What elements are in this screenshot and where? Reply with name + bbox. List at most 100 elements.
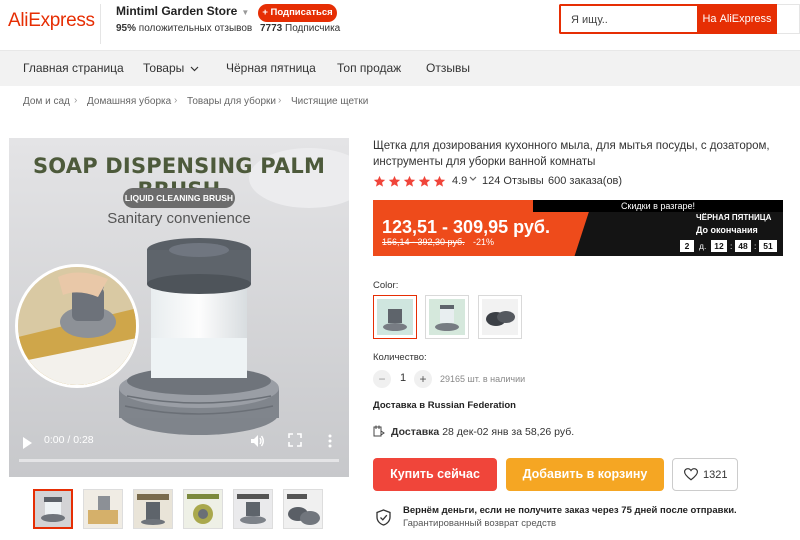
rating-row[interactable]: 4.9 124 Отзывы 600 заказа(ов) — [373, 175, 673, 189]
star-icon — [418, 175, 431, 187]
subscribers-text: Подписчика — [285, 23, 341, 34]
thumbnail-image — [284, 490, 322, 528]
store-nav: Главная страница Товары Чёрная пятница Т… — [0, 50, 800, 86]
color-label: Color: — [373, 280, 399, 291]
star-icon — [433, 175, 446, 187]
chevron-down-icon — [190, 66, 199, 72]
fullscreen-icon[interactable] — [288, 433, 302, 447]
nav-home[interactable]: Главная страница — [23, 61, 124, 75]
delivery-dates: 28 дек-02 янв за 58,26 руб. — [442, 426, 575, 438]
nav-products[interactable]: Товары — [143, 61, 199, 75]
positive-text: положительных отзывов — [138, 23, 253, 34]
countdown-days-label: д. — [699, 241, 707, 251]
quantity-label: Количество: — [373, 352, 427, 363]
delivery-box-icon — [373, 425, 385, 437]
video-subtitle: Sanitary convenience — [107, 210, 251, 227]
thumbnail-3[interactable] — [133, 489, 173, 529]
delivery-label: Доставка — [391, 426, 440, 438]
thumbnail-2[interactable] — [83, 489, 123, 529]
play-icon[interactable] — [23, 437, 32, 449]
video-pill-label: LIQUID CLEANING BRUSH — [123, 188, 235, 208]
color-swatch-2[interactable] — [425, 295, 469, 339]
chevron-down-icon — [469, 176, 477, 181]
search-aliexpress-button[interactable]: На AliExpress — [697, 4, 777, 34]
thumbnail-image — [35, 491, 71, 527]
countdown-colon: : — [754, 241, 757, 251]
countdown-days: 2 — [680, 240, 694, 252]
orders-count: 600 заказа(ов) — [548, 175, 623, 187]
stock-available: 29165 шт. в наличии — [440, 374, 526, 384]
countdown-minutes: 48 — [735, 240, 751, 252]
black-friday-label: ЧЁРНАЯ ПЯТНИЦА — [696, 213, 772, 222]
swatch-image — [482, 299, 518, 335]
search-input[interactable] — [571, 12, 691, 28]
search-store-button[interactable] — [777, 4, 800, 34]
sale-banner-top: Скидки в разгаре! — [533, 200, 783, 212]
countdown-seconds: 51 — [759, 240, 777, 252]
header: AliExpress Mintiml Garden Store ▼ 95% пол… — [0, 0, 800, 50]
nav-black-friday[interactable]: Чёрная пятница — [226, 61, 316, 75]
ship-to[interactable]: Доставка в Russian Federation — [373, 400, 516, 411]
add-to-cart-button[interactable]: Добавить в корзину — [506, 458, 664, 491]
product-title: Щетка для дозирования кухонного мыла, дл… — [373, 140, 770, 168]
price-range: 123,51 - 309,95 руб. — [382, 217, 550, 237]
quantity-decrease-button[interactable]: − — [373, 370, 391, 388]
nav-reviews[interactable]: Отзывы — [426, 61, 470, 75]
thumbnail-image — [234, 490, 272, 528]
usage-inset-image — [15, 264, 139, 388]
shield-check-icon — [376, 509, 391, 526]
breadcrumb-cleaning-goods[interactable]: Товары для уборки — [187, 96, 276, 107]
subscribers: 7773 Подписчика — [260, 23, 340, 34]
breadcrumb-home-cleaning[interactable]: Домашняя уборка — [87, 96, 171, 107]
swatch-image — [377, 299, 413, 335]
chevron-down-icon: ▼ — [241, 8, 250, 17]
breadcrumb-home-garden[interactable]: Дом и сад — [23, 96, 70, 107]
star-icon — [373, 175, 386, 187]
thumbnail-image — [184, 490, 222, 528]
rating-value: 4.9 — [452, 175, 468, 187]
chevron-right-icon: › — [74, 95, 78, 106]
star-icon — [388, 175, 401, 187]
store-name[interactable]: Mintiml Garden Store ▼ — [116, 4, 249, 18]
wishlist-button[interactable]: 1321 — [672, 458, 738, 491]
countdown-colon: : — [730, 241, 733, 251]
product-video[interactable]: SOAP DISPENSING PALM BRUSH LIQUID CLEANI… — [9, 138, 349, 477]
positive-percent: 95% — [116, 23, 137, 34]
thumbnail-5[interactable] — [233, 489, 273, 529]
aliexpress-logo[interactable]: AliExpress — [8, 10, 95, 32]
store-rating: 95% положительных отзывов — [116, 23, 252, 34]
quantity-value[interactable]: 1 — [398, 372, 408, 384]
star-icon — [403, 175, 416, 187]
countdown-label: До окончания — [696, 225, 758, 235]
thumbnail-4[interactable] — [183, 489, 223, 529]
buy-now-button[interactable]: Купить сейчас — [373, 458, 497, 491]
guarantee-subtitle[interactable]: Гарантированный возврат средств — [403, 518, 556, 529]
heart-icon — [684, 468, 698, 481]
thumbnail-1[interactable] — [33, 489, 73, 529]
color-swatch-1[interactable] — [373, 295, 417, 339]
thumbnail-image — [84, 490, 122, 528]
chevron-right-icon: › — [278, 95, 282, 106]
wishlist-count: 1321 — [703, 469, 728, 481]
more-options-icon[interactable] — [327, 433, 333, 449]
breadcrumb-cleaning-brushes[interactable]: Чистящие щетки — [291, 96, 368, 107]
thumbnail-6[interactable] — [283, 489, 323, 529]
swatch-image — [429, 299, 465, 335]
subscribe-button[interactable]: + Подписаться — [258, 4, 337, 22]
nav-top-sales[interactable]: Топ продаж — [337, 61, 401, 75]
quantity-increase-button[interactable]: + — [414, 370, 432, 388]
price-banner: Скидки в разгаре! 123,51 - 309,95 руб. 1… — [373, 200, 783, 256]
search-box — [559, 4, 699, 34]
video-controls: 0:00 / 0:28 — [9, 428, 349, 477]
video-progress-bar[interactable] — [19, 459, 339, 462]
header-divider — [100, 4, 101, 44]
reviews-count[interactable]: 124 Отзывы — [482, 175, 544, 187]
chevron-right-icon: › — [174, 95, 178, 106]
thumbnail-image — [134, 490, 172, 528]
volume-icon[interactable] — [249, 433, 265, 449]
color-swatch-3[interactable] — [478, 295, 522, 339]
video-time: 0:00 / 0:28 — [44, 434, 94, 446]
nav-products-label: Товары — [143, 61, 185, 75]
delivery-info: Доставка 28 дек-02 янв за 58,26 руб. — [391, 426, 574, 438]
subscribers-count: 7773 — [260, 23, 283, 34]
